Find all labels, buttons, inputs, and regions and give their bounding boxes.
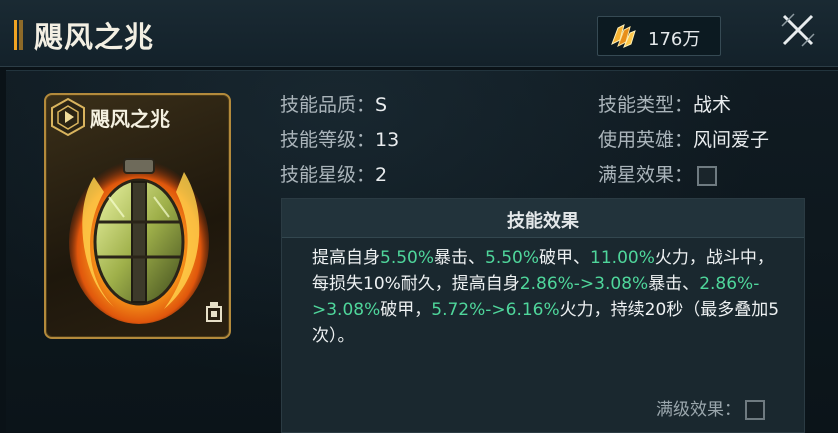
max-level-checkbox[interactable] [745,400,765,420]
level-row: 技能等级：13 [280,125,399,152]
effect-text-segment: 暴击、 [648,274,700,294]
page-title: 飓风之兆 [34,20,155,54]
effect-description: 提高自身5.50%暴击、5.50%破甲、11.00%火力，战斗中，每损失10%耐… [312,245,782,349]
full-star-row: 满星效果： [598,160,718,187]
full-star-label: 满星效果： [598,164,694,186]
currency-amount: 176万 [648,29,701,50]
star-row: 技能星级：2 [280,160,387,187]
hero-row: 使用英雄：风间爱子 [598,125,769,152]
level-label: 技能等级： [280,129,376,151]
type-value: 战术 [693,94,732,116]
card-skill-name: 飓风之兆 [90,107,170,131]
effect-text-segment: 破甲、 [539,248,591,268]
effect-value-highlight: 5.50% [380,248,435,268]
type-row: 技能类型：战术 [598,90,731,117]
effect-text-segment: 暴击、 [434,248,486,268]
title-bar: 飓风之兆 176万 [0,0,838,67]
currency-display[interactable]: 176万 [597,16,721,56]
max-level-row: 满级效果： [656,395,765,420]
quality-label: 技能品质： [280,94,376,116]
quality-row: 技能品质：S [280,90,387,117]
gold-crystal-icon [608,22,638,54]
title-accent-bar [14,20,23,50]
skill-card[interactable]: 飓风之兆 [44,93,231,339]
skill-emblem-icon [48,97,88,137]
effect-header: 技能效果 [282,199,804,238]
full-star-checkbox[interactable] [697,165,718,186]
unit-icon [205,301,223,327]
star-value: 2 [375,164,388,186]
close-x-icon [781,13,815,47]
max-level-label: 满级效果： [656,400,741,420]
level-value: 13 [375,129,400,151]
effect-value-highlight: 5.72%->6.16% [431,300,560,320]
effect-text-segment: 破甲， [380,300,432,320]
star-label: 技能星级： [280,164,376,186]
quality-value: S [375,94,388,116]
hero-label: 使用英雄： [598,129,694,151]
type-label: 技能类型： [598,94,694,116]
hero-value: 风间爱子 [693,129,770,151]
flaming-grenade-art [64,137,214,331]
skill-effect-box: 技能效果 提高自身5.50%暴击、5.50%破甲、11.00%火力，战斗中，每损… [281,198,805,433]
effect-value-highlight: 5.50% [485,248,540,268]
effect-text-segment: 提高自身 [312,248,380,268]
effect-title: 技能效果 [507,211,579,232]
effect-value-highlight: 2.86%->3.08% [519,274,649,294]
close-button[interactable] [778,10,818,50]
effect-value-highlight: 11.00% [590,248,655,268]
